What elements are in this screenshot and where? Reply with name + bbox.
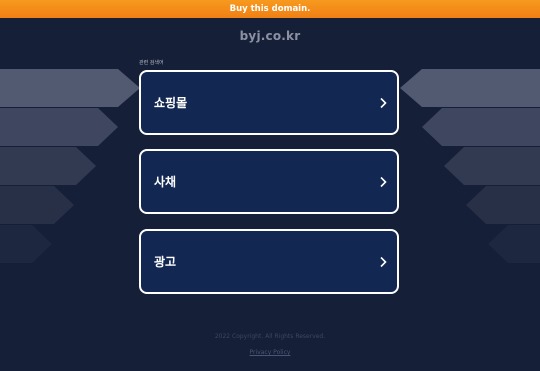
left-chevron-3 bbox=[0, 147, 96, 185]
related-link-advertising[interactable]: 광고 bbox=[139, 229, 399, 294]
privacy-policy: Privacy Policy bbox=[0, 349, 540, 356]
right-chevron-3 bbox=[444, 147, 540, 185]
right-chevron-2 bbox=[422, 108, 540, 146]
right-chevron-4 bbox=[466, 186, 540, 224]
related-link-loan[interactable]: 사채 bbox=[139, 149, 399, 214]
related-link-label: 쇼핑몰 bbox=[154, 96, 188, 110]
left-chevron-5 bbox=[0, 225, 52, 263]
related-link-shopping-mall[interactable]: 쇼핑몰 bbox=[139, 70, 399, 135]
left-chevron-4 bbox=[0, 186, 74, 224]
related-link-label: 사채 bbox=[154, 175, 177, 189]
domain-title: byj.co.kr bbox=[239, 29, 301, 43]
right-chevron-5 bbox=[488, 225, 540, 263]
related-searches-heading: 관련 검색어 bbox=[139, 60, 164, 66]
related-link-label: 광고 bbox=[154, 255, 177, 269]
left-chevron-1 bbox=[0, 69, 140, 107]
privacy-policy-link[interactable]: Privacy Policy bbox=[250, 349, 291, 356]
buy-domain-banner[interactable]: Buy this domain. bbox=[0, 0, 540, 18]
chevron-right-icon bbox=[380, 97, 387, 108]
chevron-right-icon bbox=[380, 176, 387, 187]
left-chevron-2 bbox=[0, 108, 118, 146]
copyright-text: 2022 Copyright. All Rights Reserved. bbox=[214, 333, 326, 340]
buy-domain-link[interactable]: Buy this domain. bbox=[230, 4, 311, 14]
chevron-right-icon bbox=[380, 256, 387, 267]
right-chevron-1 bbox=[400, 69, 540, 107]
